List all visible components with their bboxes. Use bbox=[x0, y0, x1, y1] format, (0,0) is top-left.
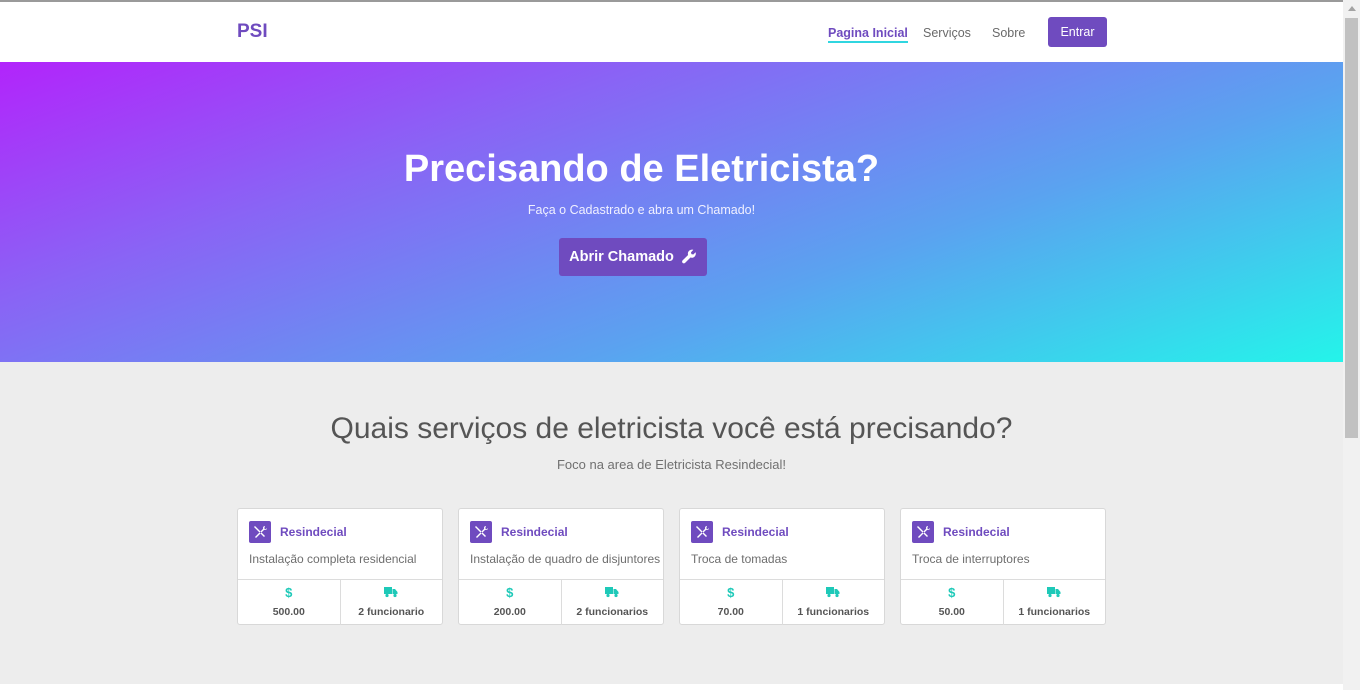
price-value: 200.00 bbox=[493, 606, 526, 618]
tools-icon bbox=[249, 521, 271, 543]
card-description: Troca de tomadas bbox=[691, 552, 788, 566]
price-cell: $ 70.00 bbox=[680, 580, 782, 625]
services-title: Quais serviços de eletricista você está … bbox=[330, 412, 1013, 445]
price-value: 500.00 bbox=[272, 606, 305, 618]
card-footer: $ 200.00 2 funcionarios bbox=[459, 579, 663, 625]
nav-link-services[interactable]: Serviços bbox=[923, 26, 971, 40]
vertical-scrollbar[interactable] bbox=[1343, 0, 1360, 690]
card-header: Resindecial bbox=[691, 521, 789, 543]
service-cards: Resindecial Instalação completa residenc… bbox=[237, 508, 1107, 625]
service-card[interactable]: Resindecial Troca de tomadas $ 70.00 1 f… bbox=[679, 508, 885, 625]
price-value: 70.00 bbox=[717, 606, 744, 618]
card-category: Resindecial bbox=[722, 525, 789, 539]
nav-link-home[interactable]: Pagina Inicial bbox=[828, 26, 908, 43]
price-cell: $ 500.00 bbox=[238, 580, 340, 625]
brand-logo[interactable]: PSI bbox=[237, 21, 268, 43]
scroll-up-arrow-icon[interactable] bbox=[1343, 0, 1360, 17]
card-description: Instalação completa residencial bbox=[249, 552, 417, 566]
service-card[interactable]: Resindecial Instalação de quadro de disj… bbox=[458, 508, 664, 625]
service-card[interactable]: Resindecial Troca de interruptores $ 50.… bbox=[900, 508, 1106, 625]
page: PSI Pagina Inicial Serviços Sobre Entrar… bbox=[0, 0, 1343, 690]
card-header: Resindecial bbox=[912, 521, 1010, 543]
dollar-icon: $ bbox=[285, 585, 293, 600]
service-card[interactable]: Resindecial Instalação completa residenc… bbox=[237, 508, 443, 625]
open-ticket-button[interactable]: Abrir Chamado bbox=[559, 238, 707, 276]
hero-subtitle: Faça o Cadastrado e abra um Chamado! bbox=[527, 203, 756, 217]
staff-cell: 2 funcionario bbox=[339, 580, 443, 625]
card-footer: $ 500.00 2 funcionario bbox=[238, 579, 442, 625]
card-description: Troca de interruptores bbox=[912, 552, 1030, 566]
hero-banner: Precisando de Eletricista? Faça o Cadast… bbox=[0, 62, 1343, 362]
dollar-icon: $ bbox=[727, 585, 735, 600]
wrench-icon bbox=[681, 249, 696, 264]
truck-icon bbox=[826, 586, 840, 600]
nav-link-about[interactable]: Sobre bbox=[992, 26, 1025, 40]
truck-icon bbox=[605, 586, 619, 600]
card-category: Resindecial bbox=[943, 525, 1010, 539]
navbar: PSI Pagina Inicial Serviços Sobre Entrar bbox=[0, 2, 1343, 62]
staff-value: 1 funcionarios bbox=[1018, 606, 1091, 618]
footer-edge bbox=[0, 684, 1343, 690]
tools-icon bbox=[912, 521, 934, 543]
open-ticket-label: Abrir Chamado bbox=[569, 249, 674, 265]
price-cell: $ 50.00 bbox=[901, 580, 1003, 625]
card-footer: $ 50.00 1 funcionarios bbox=[901, 579, 1105, 625]
price-value: 50.00 bbox=[938, 606, 965, 618]
card-category: Resindecial bbox=[280, 525, 347, 539]
tools-icon bbox=[470, 521, 492, 543]
dollar-icon: $ bbox=[506, 585, 514, 600]
truck-icon bbox=[1047, 586, 1061, 600]
staff-cell: 2 funcionarios bbox=[560, 580, 664, 625]
login-button[interactable]: Entrar bbox=[1048, 17, 1107, 47]
staff-cell: 1 funcionarios bbox=[781, 580, 885, 625]
card-footer: $ 70.00 1 funcionarios bbox=[680, 579, 884, 625]
staff-value: 2 funcionario bbox=[358, 606, 425, 618]
staff-cell: 1 funcionarios bbox=[1002, 580, 1106, 625]
card-header: Resindecial bbox=[470, 521, 568, 543]
staff-value: 2 funcionarios bbox=[576, 606, 649, 618]
dollar-icon: $ bbox=[948, 585, 956, 600]
card-description: Instalação de quadro de disjuntores bbox=[470, 552, 661, 566]
services-subtitle: Foco na area de Eletricista Resindecial! bbox=[556, 457, 787, 472]
card-header: Resindecial bbox=[249, 521, 347, 543]
card-category: Resindecial bbox=[501, 525, 568, 539]
price-cell: $ 200.00 bbox=[459, 580, 561, 625]
hero-title: Precisando de Eletricista? bbox=[403, 148, 880, 190]
tools-icon bbox=[691, 521, 713, 543]
scrollbar-thumb[interactable] bbox=[1345, 18, 1358, 438]
truck-icon bbox=[384, 586, 398, 600]
staff-value: 1 funcionarios bbox=[797, 606, 870, 618]
